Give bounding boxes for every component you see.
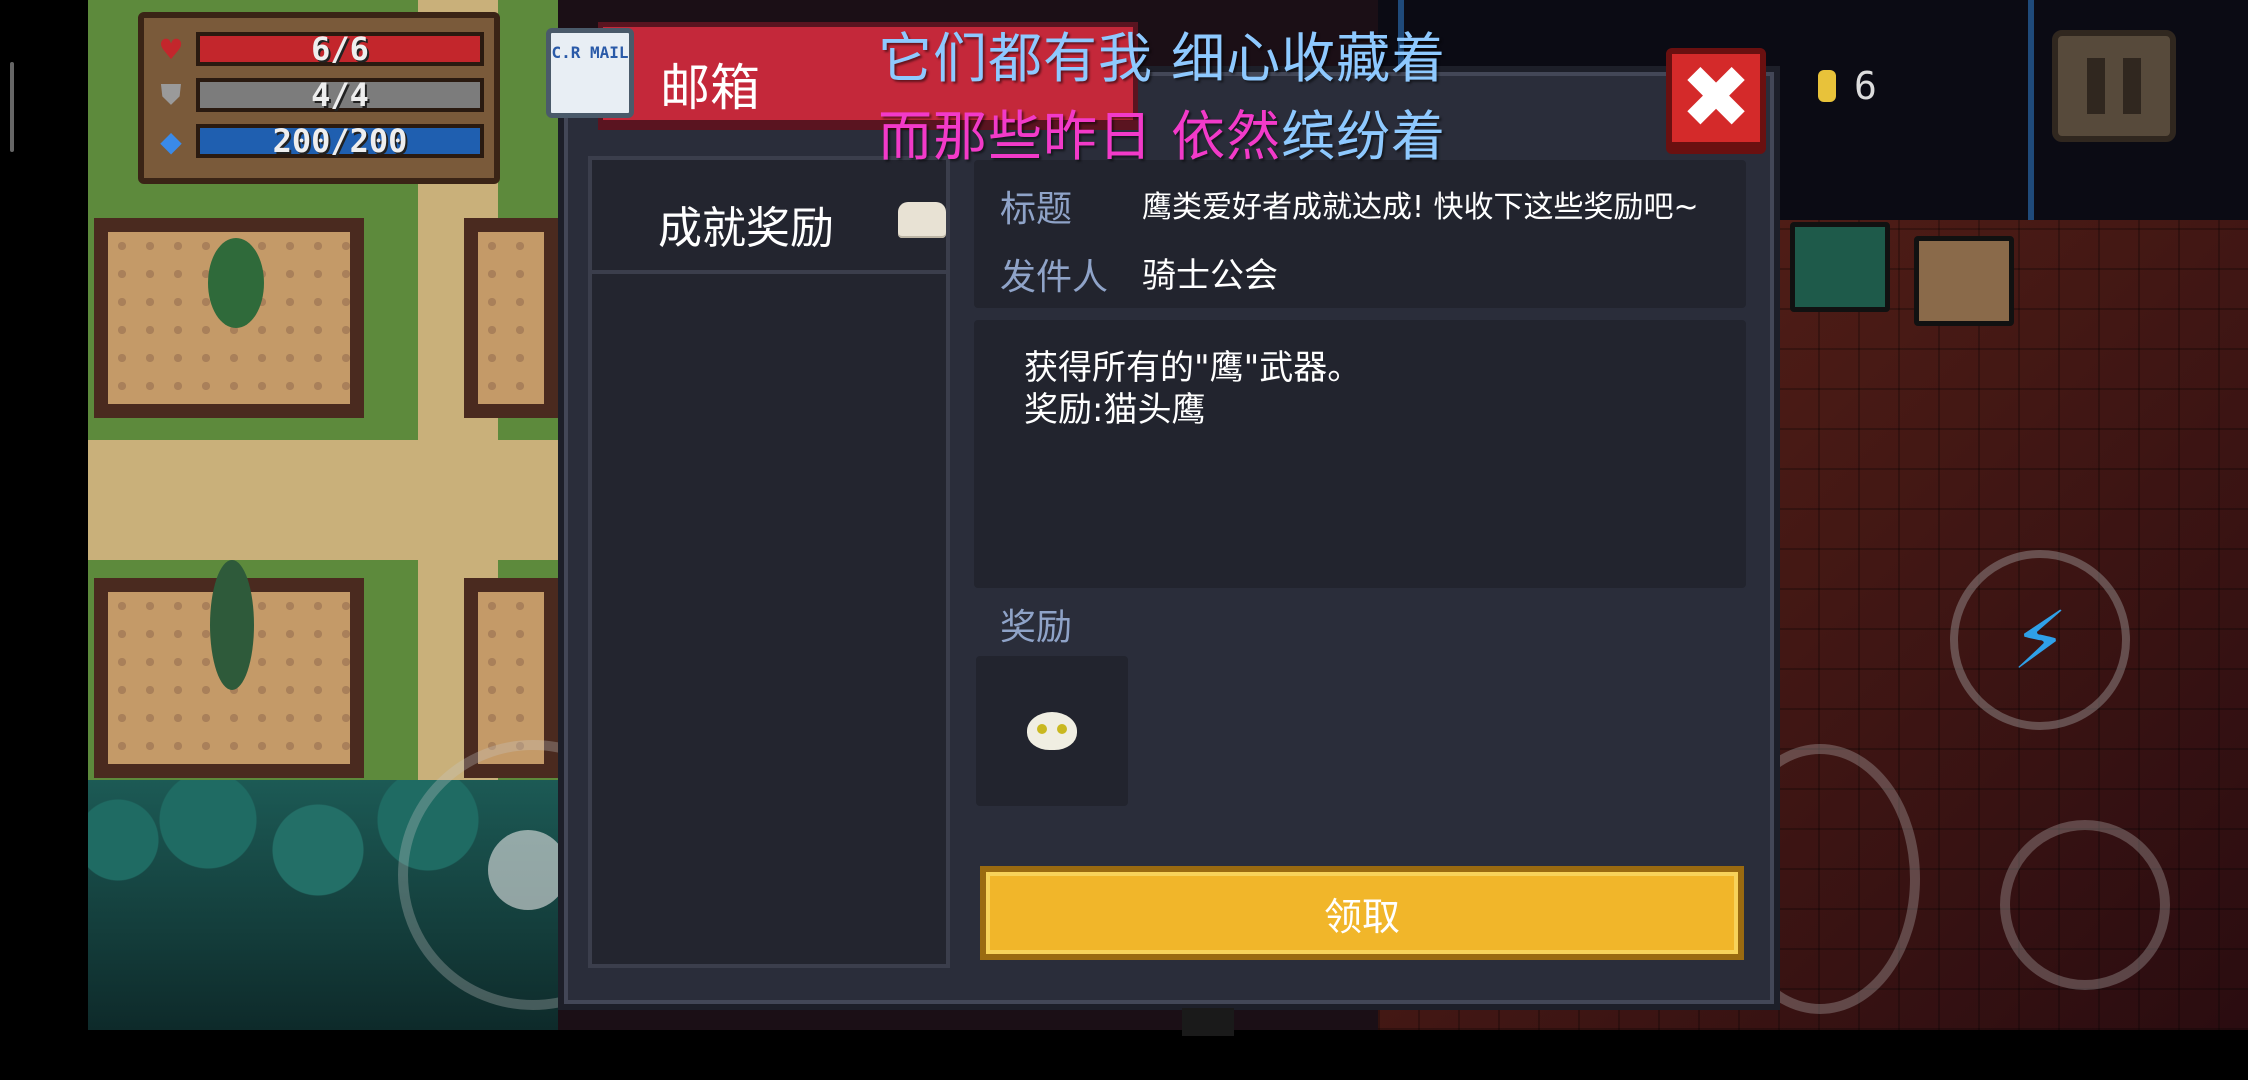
subject-label: 标题 bbox=[1000, 189, 1073, 230]
reward-label: 奖励 bbox=[1000, 607, 1073, 648]
close-icon: ✖ bbox=[1679, 48, 1753, 148]
skill-button[interactable]: ⚡ bbox=[1950, 550, 2130, 730]
lyric-line-2-part-2: 缤纷着 bbox=[1281, 105, 1447, 168]
energy-row: ◆ 200/200 bbox=[154, 120, 484, 162]
sender-label: 发件人 bbox=[1000, 257, 1109, 298]
shield-icon: ⛊ bbox=[160, 78, 182, 111]
chest-brown[interactable] bbox=[1914, 236, 2014, 326]
reward-slot[interactable] bbox=[976, 656, 1128, 806]
volume-indicator bbox=[10, 62, 14, 152]
hp-bar: 6/6 bbox=[196, 30, 484, 68]
hp-row: ♥ 6/6 bbox=[154, 28, 484, 70]
lyric-line-2: 而那些昨日 依然缤纷着 bbox=[878, 92, 1446, 171]
lyric-line-1: 它们都有我 细心收藏着 bbox=[878, 27, 1447, 90]
cactus-plant bbox=[208, 238, 264, 328]
pause-button[interactable] bbox=[2052, 30, 2176, 142]
pause-icon bbox=[2087, 58, 2105, 114]
coin-count: 6 bbox=[1854, 64, 1877, 108]
mail-body-line: 奖励:猫头鹰 bbox=[1024, 390, 1206, 430]
lyric-line-2-part-1: 而那些昨日 依然 bbox=[878, 105, 1282, 168]
chest-green[interactable] bbox=[1790, 222, 1890, 312]
wall-edge bbox=[2028, 0, 2034, 230]
heart-icon: ♥ bbox=[158, 32, 184, 66]
bottom-notch bbox=[1182, 1008, 1234, 1036]
joystick-knob[interactable] bbox=[488, 830, 568, 910]
armor-row: ⛊ 4/4 bbox=[154, 74, 484, 116]
mail-list: 成就奖励 bbox=[588, 156, 950, 968]
dirt-path bbox=[88, 440, 558, 560]
player-stats-panel: ♥ 6/6 ⛊ 4/4 ◆ 200/200 bbox=[138, 12, 500, 184]
mail-header: 标题 鹰类爱好者成就达成! 快收下这些奖励吧~ 发件人 骑士公会 bbox=[974, 160, 1746, 308]
swap-weapon-button[interactable] bbox=[2000, 820, 2170, 990]
claim-button[interactable]: 领取 bbox=[980, 866, 1744, 960]
diamond-icon: ◆ bbox=[160, 124, 182, 158]
owl-icon bbox=[1027, 712, 1077, 750]
tree-plant bbox=[210, 560, 254, 690]
envelope-icon bbox=[898, 202, 946, 238]
garden-plot bbox=[464, 218, 558, 418]
mail-list-item-label: 成就奖励 bbox=[658, 203, 834, 254]
coin-icon bbox=[1818, 70, 1836, 102]
mail-body: 获得所有的"鹰"武器。 奖励:猫头鹰 bbox=[974, 320, 1746, 588]
energy-bar: 200/200 bbox=[196, 122, 484, 160]
subject-value: 鹰类爱好者成就达成! 快收下这些奖励吧~ bbox=[1142, 190, 1699, 225]
close-button[interactable]: ✖ bbox=[1666, 48, 1766, 148]
pause-icon bbox=[2123, 58, 2141, 114]
mail-icon-text: C.R MAIL bbox=[551, 43, 629, 62]
lightning-icon: ⚡ bbox=[2011, 593, 2069, 687]
mail-icon: C.R MAIL bbox=[546, 28, 634, 118]
sender-value: 骑士公会 bbox=[1142, 256, 1278, 296]
dialog-title: 邮箱 bbox=[660, 59, 760, 117]
armor-bar: 4/4 bbox=[196, 76, 484, 114]
mail-list-item[interactable]: 成就奖励 bbox=[592, 160, 946, 274]
